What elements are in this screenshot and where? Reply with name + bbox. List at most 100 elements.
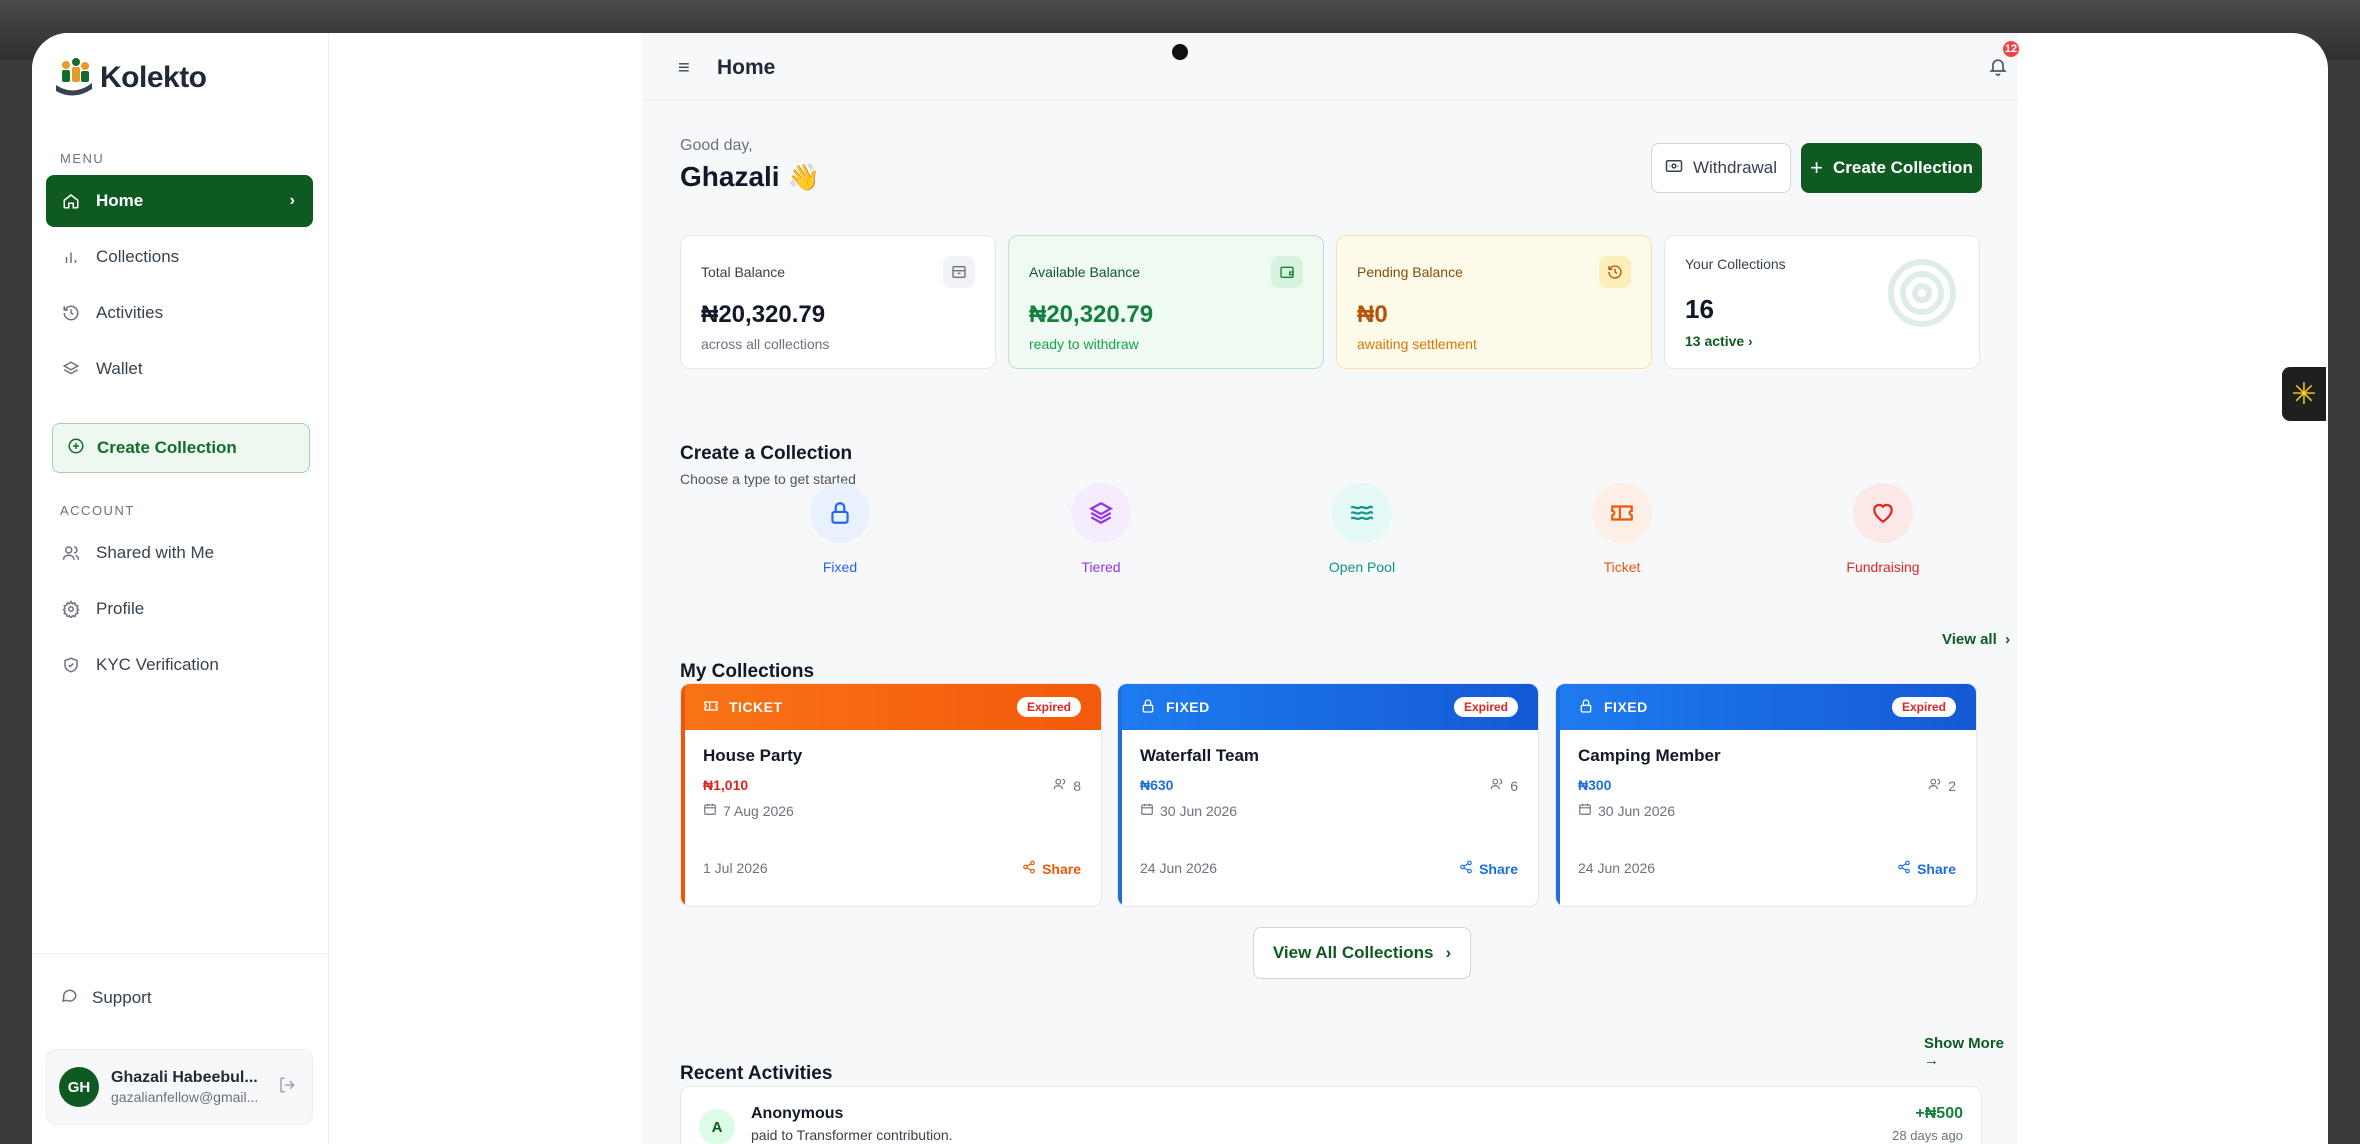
available-balance-card: Available Balance ₦20,320.79 ready to wi…: [1008, 235, 1324, 369]
card-value: ₦20,320.79: [701, 301, 826, 328]
create-collection-label: Create Collection: [97, 438, 237, 457]
type-label: Fixed: [822, 559, 858, 575]
chevron-right-icon: ›: [1445, 943, 1452, 962]
type-label: Fundraising: [1846, 559, 1920, 575]
collection-header: TICKET Expired: [681, 684, 1101, 730]
users-icon: [1053, 777, 1067, 794]
active-count: 13 active: [1685, 333, 1745, 349]
card-value: 16: [1685, 294, 1714, 324]
main-content: ≡ Home 12 Good day, Ghazali 👋 Withdrawal …: [642, 33, 2021, 1144]
sidebar-create-collection-button[interactable]: Create Collection: [52, 423, 310, 473]
waves-icon: [1332, 483, 1392, 543]
bar-chart-icon: [62, 248, 80, 266]
collection-deadline: 30 Jun 2026: [1140, 802, 1237, 819]
show-more-link[interactable]: Show More →: [1924, 1035, 2018, 1069]
hamburger-icon[interactable]: ≡: [678, 57, 690, 80]
deadline-date: 30 Jun 2026: [1598, 802, 1676, 819]
page-title: Home: [717, 56, 776, 79]
sidebar-item-label: Shared with Me: [96, 543, 215, 562]
share-button[interactable]: Share: [1022, 860, 1081, 877]
account-label: ACCOUNT: [60, 503, 135, 518]
share-label: Share: [1917, 860, 1956, 877]
sidebar-item-activities[interactable]: Activities: [46, 287, 313, 339]
collection-card[interactable]: FIXED Expired Camping Member ₦300 2 30 J…: [1555, 683, 1977, 907]
chevron-right-icon: ›: [289, 192, 295, 209]
lock-icon: [1578, 698, 1594, 717]
share-icon: [1897, 860, 1911, 877]
user-greeting-name: Ghazali 👋: [680, 161, 820, 193]
type-fixed[interactable]: Fixed: [780, 483, 900, 575]
heart-icon: [1853, 483, 1913, 543]
camera-dot: [1172, 44, 1188, 60]
active-count-link[interactable]: 13 active ›: [1685, 333, 1753, 349]
deadline-date: 7 Aug 2026: [723, 802, 794, 819]
logo[interactable]: Kolekto: [54, 57, 207, 99]
your-collections-card[interactable]: Your Collections 16 13 active ›: [1664, 235, 1980, 369]
collection-card[interactable]: TICKET Expired House Party ₦1,010 8 7 Au…: [680, 683, 1102, 907]
calendar-icon: [1578, 802, 1592, 819]
sidebar-item-label: Home: [96, 191, 144, 210]
wave-emoji: 👋: [787, 162, 820, 192]
card-sub: awaiting settlement: [1357, 336, 1477, 352]
type-open-pool[interactable]: Open Pool: [1302, 483, 1422, 575]
logout-icon[interactable]: [278, 1076, 296, 1099]
users-icon: [62, 544, 80, 562]
bell-icon[interactable]: [1988, 55, 2008, 82]
withdraw-label: Withdrawal: [1692, 158, 1778, 177]
lock-icon: [810, 483, 870, 543]
card-value: ₦20,320.79: [1029, 301, 1154, 328]
sidebar-item-kyc[interactable]: KYC Verification: [46, 639, 313, 691]
share-button[interactable]: Share: [1897, 860, 1956, 877]
card-label: Your Collections: [1685, 256, 1786, 272]
card-sub: across all collections: [701, 336, 830, 352]
collection-title: Camping Member: [1578, 746, 1721, 765]
calendar-icon: [703, 802, 717, 819]
collection-price: ₦1,010: [703, 777, 749, 793]
collection-header: FIXED Expired: [1118, 684, 1538, 730]
status-badge: Expired: [1453, 697, 1518, 717]
sidebar-item-label: Profile: [96, 599, 145, 618]
total-balance-card: Total Balance ₦20,320.79 across all coll…: [680, 235, 996, 369]
activity-description: paid to Transformer contribution.: [751, 1127, 953, 1143]
sparkle-widget-icon[interactable]: ✳: [2282, 367, 2326, 421]
collection-title: Waterfall Team: [1140, 746, 1260, 765]
chat-icon: [60, 986, 78, 1009]
home-icon: [62, 192, 80, 210]
card-label: Total Balance: [701, 264, 786, 280]
type-ticket[interactable]: Ticket: [1562, 483, 1682, 575]
layers-icon: [62, 360, 80, 378]
sidebar-item-home[interactable]: Home ›: [46, 175, 313, 227]
create-section-title: Create a Collection: [680, 443, 853, 464]
user-card[interactable]: GH Ghazali Habeebul... gazalianfellow@gm…: [46, 1049, 313, 1125]
sidebar-item-collections[interactable]: Collections: [46, 231, 313, 283]
type-label: Open Pool: [1328, 559, 1396, 575]
ticket-icon: [1592, 483, 1652, 543]
plus-icon: +: [1810, 155, 1824, 180]
sidebar-item-shared[interactable]: Shared with Me: [46, 527, 313, 579]
collection-deadline: 30 Jun 2026: [1578, 802, 1675, 819]
status-badge: Expired: [1891, 697, 1956, 717]
sidebar-item-wallet[interactable]: Wallet: [46, 343, 313, 395]
card-accent-bar: [681, 684, 685, 906]
menu-label: MENU: [60, 151, 105, 166]
activity-item[interactable]: A Anonymous paid to Transformer contribu…: [680, 1086, 1982, 1144]
created-date: 24 Jun 2026: [1578, 860, 1656, 876]
collection-card[interactable]: FIXED Expired Waterfall Team ₦630 6 30 J…: [1117, 683, 1539, 907]
collection-members: 2: [1928, 777, 1956, 794]
view-all-link[interactable]: View all ›: [1942, 631, 2010, 648]
sidebar-item-label: Wallet: [96, 359, 143, 378]
create-collection-button[interactable]: + Create Collection: [1801, 143, 1982, 193]
share-button[interactable]: Share: [1459, 860, 1518, 877]
target-icon: [1887, 258, 1957, 333]
type-fundraising[interactable]: Fundraising: [1823, 483, 1943, 575]
plus-circle-icon: [67, 437, 85, 460]
notification-badge: 12: [2001, 39, 2021, 59]
type-tiered[interactable]: Tiered: [1041, 483, 1161, 575]
logo-icon: [54, 57, 94, 99]
member-count: 8: [1073, 777, 1081, 794]
type-label: Ticket: [1603, 559, 1641, 575]
sidebar-item-profile[interactable]: Profile: [46, 583, 313, 635]
withdraw-button[interactable]: Withdrawal: [1651, 143, 1791, 193]
view-all-collections-button[interactable]: View All Collections ›: [1253, 927, 1471, 979]
sidebar-item-support[interactable]: Support: [60, 986, 152, 1009]
